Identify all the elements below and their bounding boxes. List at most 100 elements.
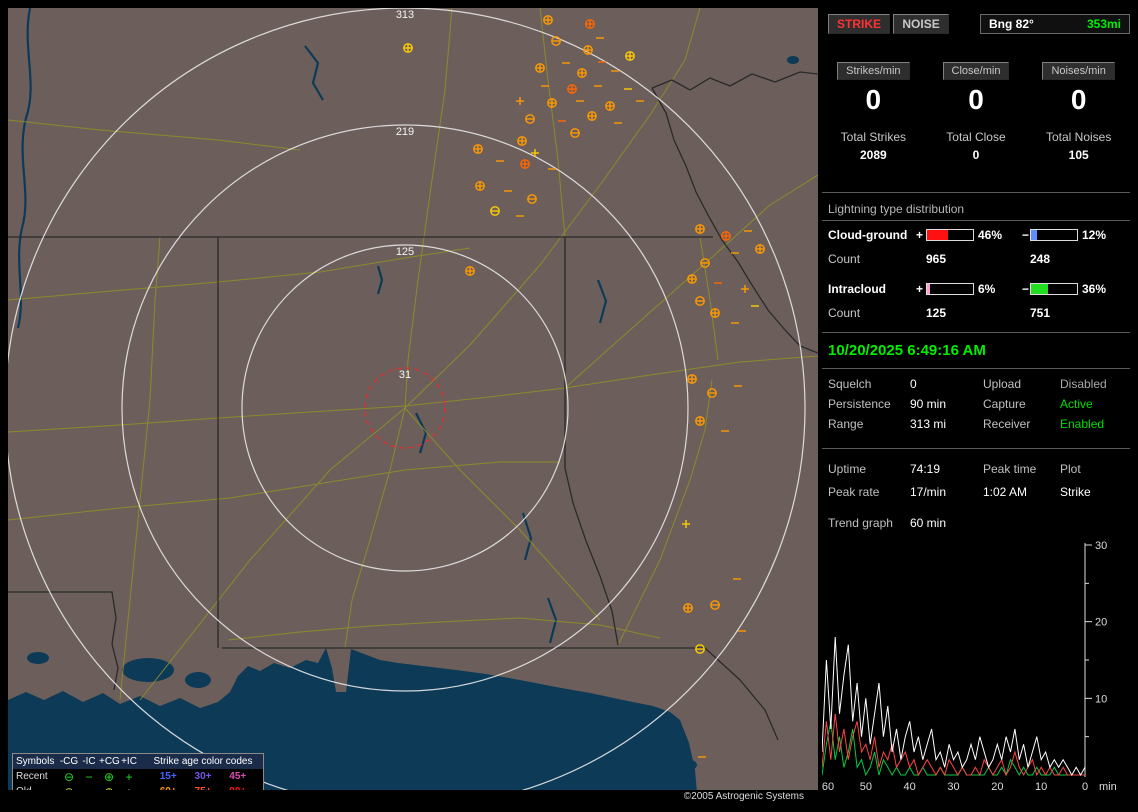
cg-negative-bar [1030,229,1078,241]
strike-symbol-cgp [687,374,697,384]
cg-positive-count: 965 [926,252,947,266]
divider [822,332,1130,333]
close-per-min-label: Close/min [942,62,1010,80]
peak-time-label: Peak time [983,462,1037,476]
lightning-map[interactable]: 313 219 125 31 Symbols -CG -IC +CG +IC Stri… [8,8,818,803]
strike-symbol-cgp [605,101,615,111]
plus-sign: + [916,228,924,242]
lake-pontchartrain [122,658,174,682]
strikes-per-min-label: Strikes/min [837,62,910,80]
distribution-title: Lightning type distribution [828,202,965,216]
strike-symbol-cgp [465,266,475,276]
peak-time-value: 1:02 AM [983,485,1028,499]
strike-button[interactable]: STRIKE [828,14,891,34]
legend-symbols-header: Symbols [16,756,55,767]
strike-symbol-cgp [721,231,731,241]
map-canvas[interactable]: 313 219 125 31 [8,8,818,803]
copyright: ©2005 Astrogenic Systems [8,790,818,803]
strike-symbol-cgp [583,45,593,55]
circle-plus-icon: ⊕ [103,769,115,784]
close-per-min-value: 0 [968,84,984,115]
alert-buttons: STRIKE NOISE [828,14,949,34]
bearing-readout: Bng 82° 353mi [980,14,1130,34]
strikes-per-min-value: 0 [865,84,882,115]
ring-label: 219 [396,126,414,138]
total-strikes-value: 2089 [859,148,887,162]
ring-label: 125 [396,246,414,258]
total-noises-value: 105 [1068,148,1089,162]
cg-positive-bar [926,229,974,241]
cg-negative-pct: 12% [1082,228,1107,242]
ic-negative-bar [1030,283,1078,295]
datetime-display: 10/20/2025 6:49:16 AM [828,342,986,359]
age-15: 15+ [159,771,177,782]
x-tick-label: 60 [822,781,834,793]
trend-window-value: 60 min [910,516,947,530]
legend-col-neg-cg: -CG [59,756,79,767]
trend-series-noises [822,713,1085,777]
cg-positive-pct: 46% [978,228,1003,242]
plus-sign: + [916,282,924,296]
status-panel: STRIKE NOISE Bng 82° 353mi Strikes/min 0… [822,0,1138,812]
noise-button[interactable]: NOISE [893,14,949,34]
plus-icon: + [125,769,133,784]
ic-positive-bar [926,283,974,295]
strike-symbol-cgp [577,68,587,78]
strike-symbol-cgp [535,63,545,73]
strike-symbol-cgp [473,144,483,154]
strike-symbol-cgp [585,19,595,29]
ic-positive-count: 125 [926,306,947,320]
strike-symbol-cgp [475,181,485,191]
ring-label: 31 [399,369,411,381]
divider [822,220,1130,221]
legend-col-neg-ic: -IC [82,756,96,767]
plot-label: Plot [1060,462,1081,476]
strike-symbol-cgp [520,159,530,169]
minus-sign: − [1022,282,1030,296]
strike-symbol-cgp [567,84,577,94]
y-tick-label: 30 [1095,540,1107,552]
ic-negative-pct: 36% [1082,282,1107,296]
total-close-label: Total Close [946,130,1006,144]
divider [822,192,1130,193]
lake [185,672,211,688]
total-strikes-label: Total Strikes [840,130,906,144]
cloud-ground-row: Cloud-ground + 46% − 12% [828,228,1107,242]
strike-symbol-cgp [695,416,705,426]
stats-row: Peak rate 17/min 1:02 AM Strike [822,485,1138,501]
settings-row: Persistence 90 min Capture Active [828,397,1093,411]
strike-symbol-cgp [625,51,635,61]
x-unit-label: min [1099,781,1117,793]
lake [675,759,697,771]
y-tick-label: 20 [1095,617,1107,629]
strike-symbol-cgp [543,15,553,25]
noises-per-min-label: Noises/min [1042,62,1115,80]
legend-age-header: Strike age color codes [153,756,253,767]
legend-row-recent: Recent ⊖ − ⊕ + 15+ 30+ 45+ [13,769,263,784]
minus-sign: − [1022,228,1030,242]
strike-symbol-cgp [687,274,697,284]
legend-col-pos-cg: +CG [99,756,120,767]
age-45: 45+ [229,771,247,782]
strike-symbol-cgp [683,603,693,613]
peak-rate-value: 17/min [910,485,947,499]
x-tick-label: 20 [991,781,1003,793]
cloud-ground-count-row: Count 965 248 [828,252,1051,266]
y-tick-label: 10 [1095,693,1107,705]
uptime-label: Uptime [828,462,867,476]
trend-graph-label: Trend graph [828,516,893,530]
trend-series-strikes [822,636,1086,777]
x-tick-label: 40 [904,781,916,793]
x-tick-label: 30 [947,781,959,793]
bearing-value: Bng 82° [989,17,1034,31]
total-noises-label: Total Noises [1045,130,1112,144]
strike-symbol-cgp [403,43,413,53]
distance-value: 353mi [1086,17,1121,31]
cg-negative-count: 248 [1030,252,1051,266]
divider [822,448,1130,449]
trend-graph: 10 20 30 60 50 40 30 20 10 0 min [822,540,1117,793]
circle-minus-icon: ⊖ [63,769,75,784]
intracloud-row: Intracloud + 6% − 36% [828,282,1107,296]
strike-symbol-cgp [587,111,597,121]
noises-per-min-value: 0 [1070,84,1087,115]
